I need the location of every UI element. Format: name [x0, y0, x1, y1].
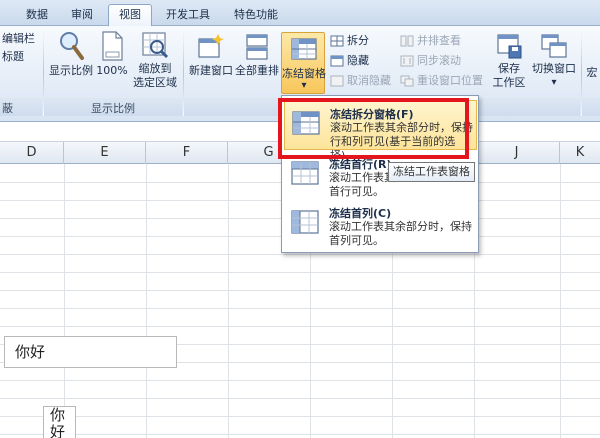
- group-label-zoom: 显示比例: [91, 102, 135, 115]
- split-icon: [330, 35, 344, 47]
- freeze-panes-button[interactable]: 冻结窗格 ▾: [281, 32, 326, 94]
- freeze-top-row-icon: [291, 161, 319, 185]
- tab-review[interactable]: 审阅: [62, 5, 102, 26]
- group-label-show: 蔽: [2, 102, 13, 115]
- arrange-all-label: 全部重排: [235, 64, 279, 77]
- grid-line: [0, 398, 600, 399]
- reset-position-icon: [400, 75, 414, 87]
- switch-window-label: 切换窗口: [532, 62, 576, 75]
- zoom-button[interactable]: 显示比例: [48, 30, 94, 78]
- grid-line: [0, 308, 600, 309]
- unhide-label: 取消隐藏: [347, 74, 391, 87]
- switch-window-button[interactable]: 切换窗口 ▾: [530, 32, 578, 90]
- zoom-label: 显示比例: [49, 64, 93, 77]
- new-window-button[interactable]: 新建窗口: [188, 32, 234, 78]
- column-header-e[interactable]: E: [64, 142, 146, 164]
- grid-line: [0, 416, 600, 417]
- grid-line: [0, 254, 600, 255]
- column-header-j[interactable]: J: [474, 142, 560, 164]
- edit-bar-checkbox[interactable]: 编辑栏: [2, 30, 35, 48]
- freeze-first-column-icon: [291, 210, 319, 234]
- zoom-selection-button[interactable]: 缩放到 选定区域: [132, 30, 178, 90]
- zoom-selection-label-2: 选定区域: [133, 76, 177, 89]
- hide-icon: [330, 55, 344, 67]
- switch-window-icon: [541, 34, 567, 58]
- new-window-icon: [198, 34, 224, 58]
- text-box-2[interactable]: 你 好: [43, 406, 76, 438]
- macro-button-partial[interactable]: 宏: [585, 66, 599, 80]
- grid-line: [0, 380, 600, 381]
- text-box-1[interactable]: 你好: [4, 336, 177, 368]
- freeze-panes-label: 冻结窗格: [282, 67, 326, 80]
- hide-button[interactable]: 隐藏: [330, 52, 369, 70]
- grid-line: [0, 326, 600, 327]
- zoom-100-label: 100%: [96, 64, 128, 77]
- desc-line-1: 滚动工作表其余部分时，保持: [329, 220, 472, 233]
- magnifier-icon: [60, 32, 84, 60]
- text-box-1-text: 你好: [15, 343, 46, 361]
- zoom-selection-icon: [142, 32, 169, 59]
- zoom-100-button[interactable]: 100%: [96, 30, 128, 78]
- sync-scroll-button[interactable]: 同步滚动: [400, 52, 461, 70]
- unhide-icon: [330, 75, 344, 87]
- grid-line: [0, 272, 600, 273]
- split-button[interactable]: 拆分: [330, 32, 369, 50]
- text-box-2-line-1: 你: [50, 406, 66, 424]
- macro-label-partial: 宏: [586, 66, 598, 79]
- switch-window-dropdown-arrow: ▾: [551, 77, 557, 88]
- headings-checkbox[interactable]: 标题: [2, 48, 24, 66]
- menu-item-description: 滚动工作表其余部分时，保持 首列可见。: [329, 220, 477, 248]
- freeze-panes-tooltip: 冻结工作表窗格: [388, 162, 475, 182]
- save-workspace-label-2: 工作区: [492, 76, 526, 89]
- tab-view[interactable]: 视图: [108, 4, 152, 26]
- unhide-button[interactable]: 取消隐藏: [330, 72, 391, 90]
- text-box-2-line-2: 好: [50, 423, 66, 438]
- reset-position-button[interactable]: 重设窗口位置: [400, 72, 483, 90]
- desc-line-2: 首行可见。: [329, 185, 384, 198]
- column-header-d[interactable]: D: [0, 142, 64, 164]
- ribbon-tab-bar: 数据 审阅 视图 开发工具 特色功能: [0, 0, 600, 26]
- arrange-all-icon: [246, 34, 268, 60]
- side-by-side-label: 并排查看: [417, 34, 461, 47]
- save-workspace-button[interactable]: 保存 工作区: [487, 32, 531, 90]
- column-header-f[interactable]: F: [146, 142, 228, 164]
- grid-line: [64, 164, 65, 438]
- grid-line: [560, 164, 561, 438]
- page-100-icon: [102, 31, 123, 61]
- freeze-panes-icon: [291, 38, 317, 60]
- tab-features[interactable]: 特色功能: [226, 5, 286, 26]
- save-workspace-label-1: 保存: [498, 62, 520, 75]
- zoom-selection-label-1: 缩放到: [138, 62, 172, 75]
- grid-line: [0, 290, 600, 291]
- grid-line: [228, 164, 229, 438]
- new-window-label: 新建窗口: [189, 64, 233, 77]
- freeze-panes-dropdown-arrow: ▾: [301, 80, 307, 91]
- side-by-side-button[interactable]: 并排查看: [400, 32, 461, 50]
- highlight-annotation-box: [278, 98, 469, 159]
- grid-line: [146, 164, 147, 438]
- tab-data[interactable]: 数据: [18, 5, 56, 26]
- menu-item-title: 冻结首列(C): [329, 207, 392, 220]
- desc-line-2: 首列可见。: [329, 234, 384, 247]
- grid-line: [0, 434, 600, 435]
- hide-label: 隐藏: [347, 54, 369, 67]
- sync-scroll-icon: [400, 55, 414, 67]
- side-by-side-icon: [400, 35, 414, 47]
- column-header-k[interactable]: K: [560, 142, 600, 164]
- sync-scroll-label: 同步滚动: [417, 54, 461, 67]
- menu-item-freeze-first-column[interactable]: 冻结首列(C) 滚动工作表其余部分时，保持 首列可见。: [284, 200, 477, 250]
- reset-position-label: 重设窗口位置: [417, 74, 483, 87]
- arrange-all-button[interactable]: 全部重排: [234, 32, 280, 78]
- save-workspace-icon: [497, 34, 522, 59]
- group-label-bar-macro: [582, 98, 600, 116]
- tab-developer[interactable]: 开发工具: [158, 5, 218, 26]
- split-label: 拆分: [347, 34, 369, 47]
